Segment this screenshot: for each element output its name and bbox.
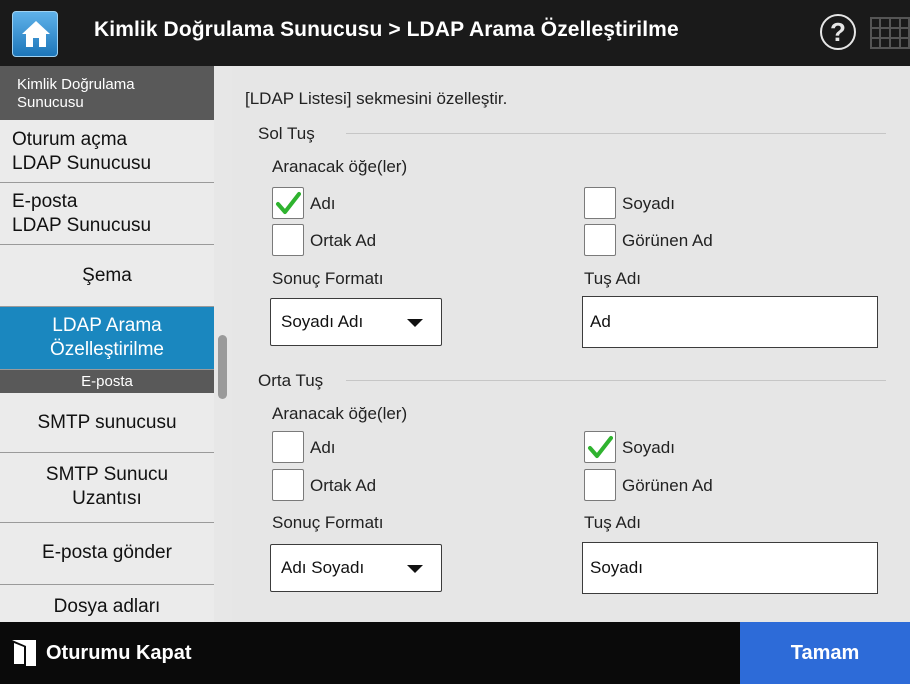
checkmark-icon: [588, 436, 613, 458]
sidebar-scrollbar-thumb[interactable]: [218, 335, 227, 399]
left-key-checkbox-display-name-label: Görünen Ad: [622, 231, 713, 250]
left-key-section-title: Sol Tuş: [258, 124, 315, 143]
left-key-key-name-field-box: [582, 296, 878, 348]
left-key-divider: [346, 133, 886, 134]
help-button[interactable]: ?: [820, 14, 856, 50]
logout-door-icon: [12, 640, 36, 666]
middle-key-checkbox-surname[interactable]: [584, 431, 616, 463]
logout-button[interactable]: Oturumu Kapat: [10, 634, 192, 672]
middle-key-section-title: Orta Tuş: [258, 371, 324, 390]
sidebar-item-smtp-server-extension[interactable]: SMTP Sunucu Uzantısı: [0, 453, 214, 523]
left-key-checkbox-name[interactable]: [272, 187, 304, 219]
middle-key-checkbox-name-label: Adı: [310, 438, 336, 457]
title-bar: Kimlik Doğrulama Sunucusu > LDAP Arama Ö…: [0, 0, 910, 66]
middle-key-checkbox-name[interactable]: [272, 431, 304, 463]
ok-button[interactable]: Tamam: [740, 622, 910, 684]
middle-key-checkbox-common-name-label: Ortak Ad: [310, 476, 377, 495]
middle-key-checkbox-display-name[interactable]: [584, 469, 616, 501]
intro-text: [LDAP Listesi] sekmesini özelleştir.: [245, 89, 508, 108]
left-key-key-name-label: Tuş Adı: [584, 269, 642, 288]
chevron-down-icon: [407, 319, 423, 327]
left-key-checkbox-name-label: Adı: [310, 194, 336, 213]
left-key-key-name-input[interactable]: [583, 297, 877, 347]
sidebar-section-email: E-posta: [0, 370, 214, 393]
sidebar-item-schema[interactable]: Şema: [0, 245, 214, 307]
middle-key-key-name-field-box: [582, 542, 878, 594]
middle-key-search-items-label: Aranacak öğe(ler): [272, 404, 408, 423]
middle-key-key-name-label: Tuş Adı: [584, 513, 642, 532]
keyboard-button[interactable]: [870, 16, 910, 50]
ldap-search-customization-panel: [LDAP Listesi] sekmesini özelleştir. Sol…: [232, 66, 910, 622]
home-icon: [22, 21, 50, 47]
left-key-checkbox-display-name[interactable]: [584, 224, 616, 256]
checkmark-icon: [276, 192, 301, 214]
sidebar-item-login-ldap-server[interactable]: Oturum açma LDAP Sunucusu: [0, 120, 214, 183]
left-key-result-format-dropdown[interactable]: Soyadı Adı: [270, 298, 442, 346]
left-key-checkbox-common-name-label: Ortak Ad: [310, 231, 377, 250]
left-key-checkbox-common-name[interactable]: [272, 224, 304, 256]
left-key-checkbox-surname[interactable]: [584, 187, 616, 219]
left-key-search-items-label: Aranacak öğe(ler): [272, 157, 408, 176]
home-button[interactable]: [12, 11, 58, 57]
middle-key-result-format-label: Sonuç Formatı: [272, 513, 384, 532]
middle-key-checkbox-display-name-label: Görünen Ad: [622, 476, 713, 495]
left-key-checkbox-surname-label: Soyadı: [622, 194, 675, 213]
middle-key-divider: [346, 380, 886, 381]
sidebar-item-send-email[interactable]: E-posta gönder: [0, 523, 214, 585]
page-title: Kimlik Doğrulama Sunucusu > LDAP Arama Ö…: [94, 18, 679, 41]
help-icon: ?: [830, 17, 846, 47]
sidebar-item-smtp-server[interactable]: SMTP sunucusu: [0, 393, 214, 453]
middle-key-checkbox-surname-label: Soyadı: [622, 438, 675, 457]
middle-key-checkbox-common-name[interactable]: [272, 469, 304, 501]
sidebar-section-auth-server: Kimlik Doğrulama Sunucusu: [0, 66, 214, 120]
middle-key-key-name-input[interactable]: [583, 543, 877, 593]
chevron-down-icon: [407, 565, 423, 573]
sidebar-item-email-ldap-server[interactable]: E-posta LDAP Sunucusu: [0, 183, 214, 245]
keyboard-icon: [870, 17, 910, 49]
sidebar: Kimlik Doğrulama Sunucusu Oturum açma LD…: [0, 66, 214, 622]
left-key-result-format-label: Sonuç Formatı: [272, 269, 384, 288]
sidebar-item-file-names[interactable]: Dosya adları: [0, 585, 214, 622]
footer-bar: Oturumu Kapat Tamam: [0, 622, 910, 684]
sidebar-item-ldap-search-customization[interactable]: LDAP Arama Özelleştirilme: [0, 307, 214, 370]
middle-key-result-format-dropdown[interactable]: Adı Soyadı: [270, 544, 442, 592]
